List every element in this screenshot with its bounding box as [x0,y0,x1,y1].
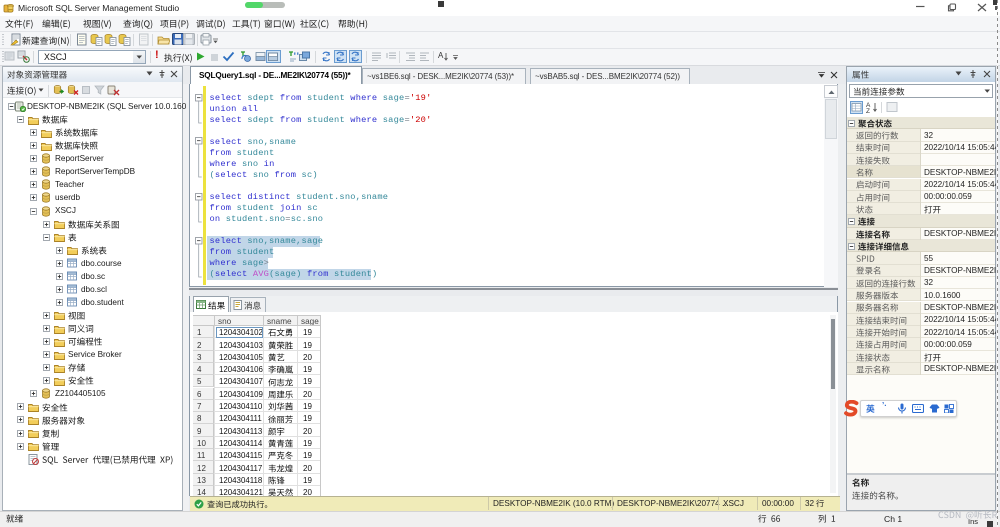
svg-text:Z: Z [866,108,870,113]
svg-text:A: A [438,51,444,60]
